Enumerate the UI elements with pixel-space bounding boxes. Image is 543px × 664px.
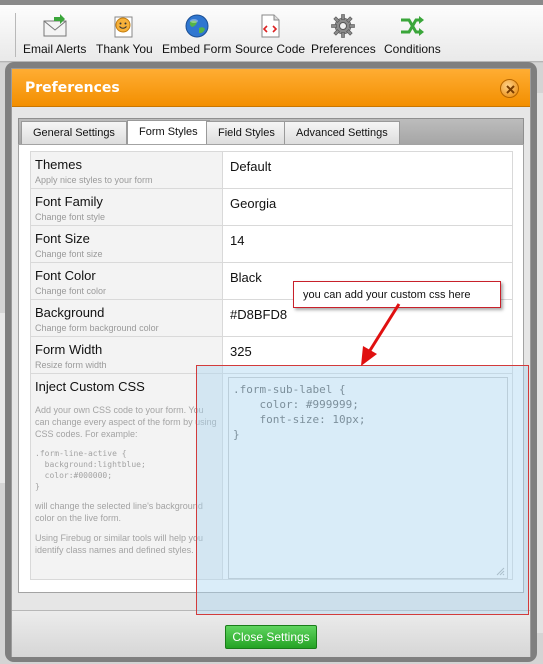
source-code-icon	[261, 14, 280, 38]
setting-name: Background	[35, 305, 105, 320]
globe-icon	[185, 14, 209, 38]
toolbar-label: Preferences	[311, 42, 376, 56]
toolbar-label: Source Code	[235, 42, 306, 56]
setting-row-font-size: Font Size Change font size 14	[30, 225, 513, 262]
setting-name: Themes	[35, 157, 82, 172]
font-size-input[interactable]: 14	[224, 226, 512, 262]
email-alerts-button[interactable]: Email Alerts	[23, 13, 86, 61]
setting-label-cell: Themes Apply nice styles to your form	[31, 152, 223, 188]
embed-form-button[interactable]: Embed Form	[162, 13, 231, 61]
setting-label-cell: Font Size Change font size	[31, 226, 223, 262]
setting-label-cell: Background Change form background color	[31, 300, 223, 336]
conditions-icon	[401, 16, 425, 36]
source-code-button[interactable]: Source Code	[235, 13, 305, 61]
setting-description: Change font color	[35, 286, 107, 296]
thank-you-icon	[114, 16, 133, 38]
dialog-footer: Close Settings	[12, 610, 530, 657]
setting-label-cell: Font Family Change font style	[31, 189, 223, 225]
help-middle: will change the selected line's backgrou…	[35, 501, 203, 523]
setting-label-cell: Font Color Change font color	[31, 263, 223, 299]
help-code-example: .form-line-active { background:lightblue…	[35, 449, 146, 491]
thank-you-button[interactable]: Thank You	[96, 13, 153, 61]
setting-row-themes: Themes Apply nice styles to your form De…	[30, 151, 513, 188]
setting-name: Inject Custom CSS	[35, 379, 145, 394]
tab-general-settings[interactable]: General Settings	[21, 121, 127, 145]
setting-label-cell: Form Width Resize form width	[31, 337, 223, 373]
dialog-header: Preferences	[12, 69, 530, 107]
themes-select[interactable]: Default	[224, 152, 512, 188]
tab-advanced-settings[interactable]: Advanced Settings	[284, 121, 400, 145]
tab-field-styles[interactable]: Field Styles	[206, 121, 287, 145]
setting-name: Font Size	[35, 231, 90, 246]
gear-icon	[331, 14, 356, 38]
toolbar-separator	[15, 13, 16, 57]
custom-css-help: Add your own CSS code to your form. You …	[35, 404, 220, 564]
annotation-arrow-icon	[361, 303, 401, 366]
close-settings-button[interactable]: Close Settings	[225, 625, 317, 649]
setting-value: Default	[230, 159, 272, 174]
conditions-button[interactable]: Conditions	[384, 13, 441, 61]
help-intro: Add your own CSS code to your form. You …	[35, 405, 217, 439]
email-icon	[43, 14, 67, 37]
toolbar-label: Email Alerts	[23, 42, 87, 56]
setting-value: Georgia	[230, 196, 277, 211]
setting-description: Change font size	[35, 249, 103, 259]
toolbar-label: Conditions	[384, 42, 441, 56]
dialog-title: Preferences	[25, 80, 120, 96]
toolbar-label: Embed Form	[162, 42, 232, 56]
setting-name: Font Color	[35, 268, 96, 283]
annotation-highlight-box	[196, 365, 529, 615]
setting-value: 325	[230, 344, 252, 359]
setting-label-cell: Inject Custom CSS Add your own CSS code …	[31, 374, 223, 579]
setting-value: 14	[230, 233, 245, 248]
setting-name: Form Width	[35, 342, 103, 357]
toolbar-label: Thank You	[96, 42, 153, 56]
tab-form-styles[interactable]: Form Styles	[127, 120, 210, 146]
setting-name: Font Family	[35, 194, 103, 209]
setting-description: Resize form width	[35, 360, 107, 370]
preferences-button[interactable]: Preferences	[311, 13, 376, 61]
font-family-select[interactable]: Georgia	[224, 189, 512, 225]
setting-value: #D8BFD8	[230, 307, 288, 322]
tab-bar: General Settings Form Styles Field Style…	[18, 118, 524, 146]
setting-description: Change font style	[35, 212, 106, 222]
toolbar: Email Alerts Thank You Embed Form Source…	[0, 5, 543, 62]
setting-description: Apply nice styles to your form	[35, 175, 153, 185]
help-end: Using Firebug or similar tools will help…	[35, 533, 204, 555]
setting-value: Black	[230, 270, 262, 285]
close-dialog-button[interactable]	[500, 79, 519, 98]
setting-row-font-family: Font Family Change font style Georgia	[30, 188, 513, 225]
close-icon	[506, 85, 515, 94]
setting-description: Change form background color	[35, 323, 159, 333]
